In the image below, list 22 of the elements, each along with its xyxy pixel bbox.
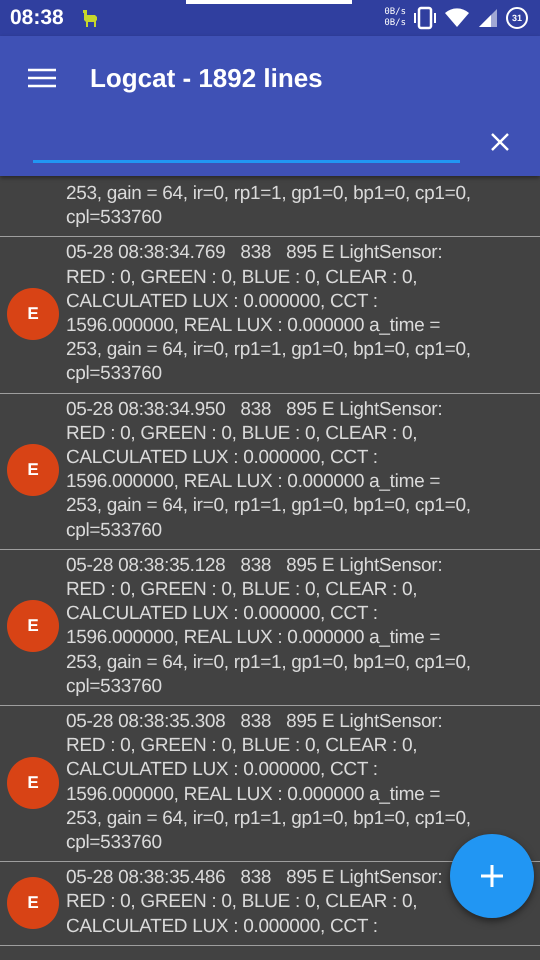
wifi-icon	[444, 8, 470, 28]
log-message: 253, gain = 64, ir=0, rp1=1, gp1=0, bp1=0, cp1=0, cpl=533760	[66, 182, 471, 230]
toolbar-title: Logcat - 1892 lines	[90, 62, 323, 94]
level-badge: E	[7, 444, 59, 496]
signal-icon	[478, 8, 498, 28]
level-badge: E	[7, 288, 59, 340]
level-badge: E	[7, 756, 59, 809]
clock: 08:38	[10, 6, 64, 30]
log-message: 05-28 08:38:35.486 838 895 E LightSensor: RED : 0, GREEN : 0, BLUE : 0, CLEAR : 0, CALCULATED LUX : 0.000000, CCT :	[66, 866, 442, 939]
plus-icon	[480, 864, 504, 888]
log-message: 05-28 08:38:34.769 838 895 E LightSensor: RED : 0, GREEN : 0, BLUE : 0, CLEAR : 0, CALCULATED LUX : 0.000000, CCT : 1596.000000, REAL LUX : 0.000000 a_time = 253, gain = 64, ir=0, rp1=1, gp1=0, bp1=0, cp1=0, cpl=533760	[66, 241, 471, 386]
level-badge: E	[7, 600, 59, 652]
battery-indicator: 31	[506, 7, 528, 29]
log-message: 05-28 08:38:34.950 838 895 E LightSensor: RED : 0, GREEN : 0, BLUE : 0, CLEAR : 0, CALCULATED LUX : 0.000000, CCT : 1596.000000, REAL LUX : 0.000000 a_time = 253, gain = 64, ir=0, rp1=1, gp1=0, bp1=0, cp1=0, cpl=533760	[66, 398, 471, 543]
log-message: 05-28 08:38:35.128 838 895 E LightSensor: RED : 0, GREEN : 0, BLUE : 0, CLEAR : 0, CALCULATED LUX : 0.000000, CCT : 1596.000000, REAL LUX : 0.000000 a_time = 253, gain = 64, ir=0, rp1=1, gp1=0, bp1=0, cp1=0, cpl=533760	[66, 554, 471, 699]
close-icon[interactable]	[490, 132, 510, 152]
level-badge: E	[7, 876, 59, 929]
log-message: 05-28 08:38:35.308 838 895 E LightSensor: RED : 0, GREEN : 0, BLUE : 0, CLEAR : 0, CALCULATED LUX : 0.000000, CCT : 1596.000000, REAL LUX : 0.000000 a_time = 253, gain = 64, ir=0, rp1=1, gp1=0, bp1=0, cp1=0, cpl=533760	[66, 710, 471, 856]
vibrate-icon	[414, 6, 436, 30]
menu-icon[interactable]	[28, 68, 56, 88]
download-speed: 0B/s	[384, 18, 406, 29]
upload-speed: 0B/s	[384, 7, 406, 18]
